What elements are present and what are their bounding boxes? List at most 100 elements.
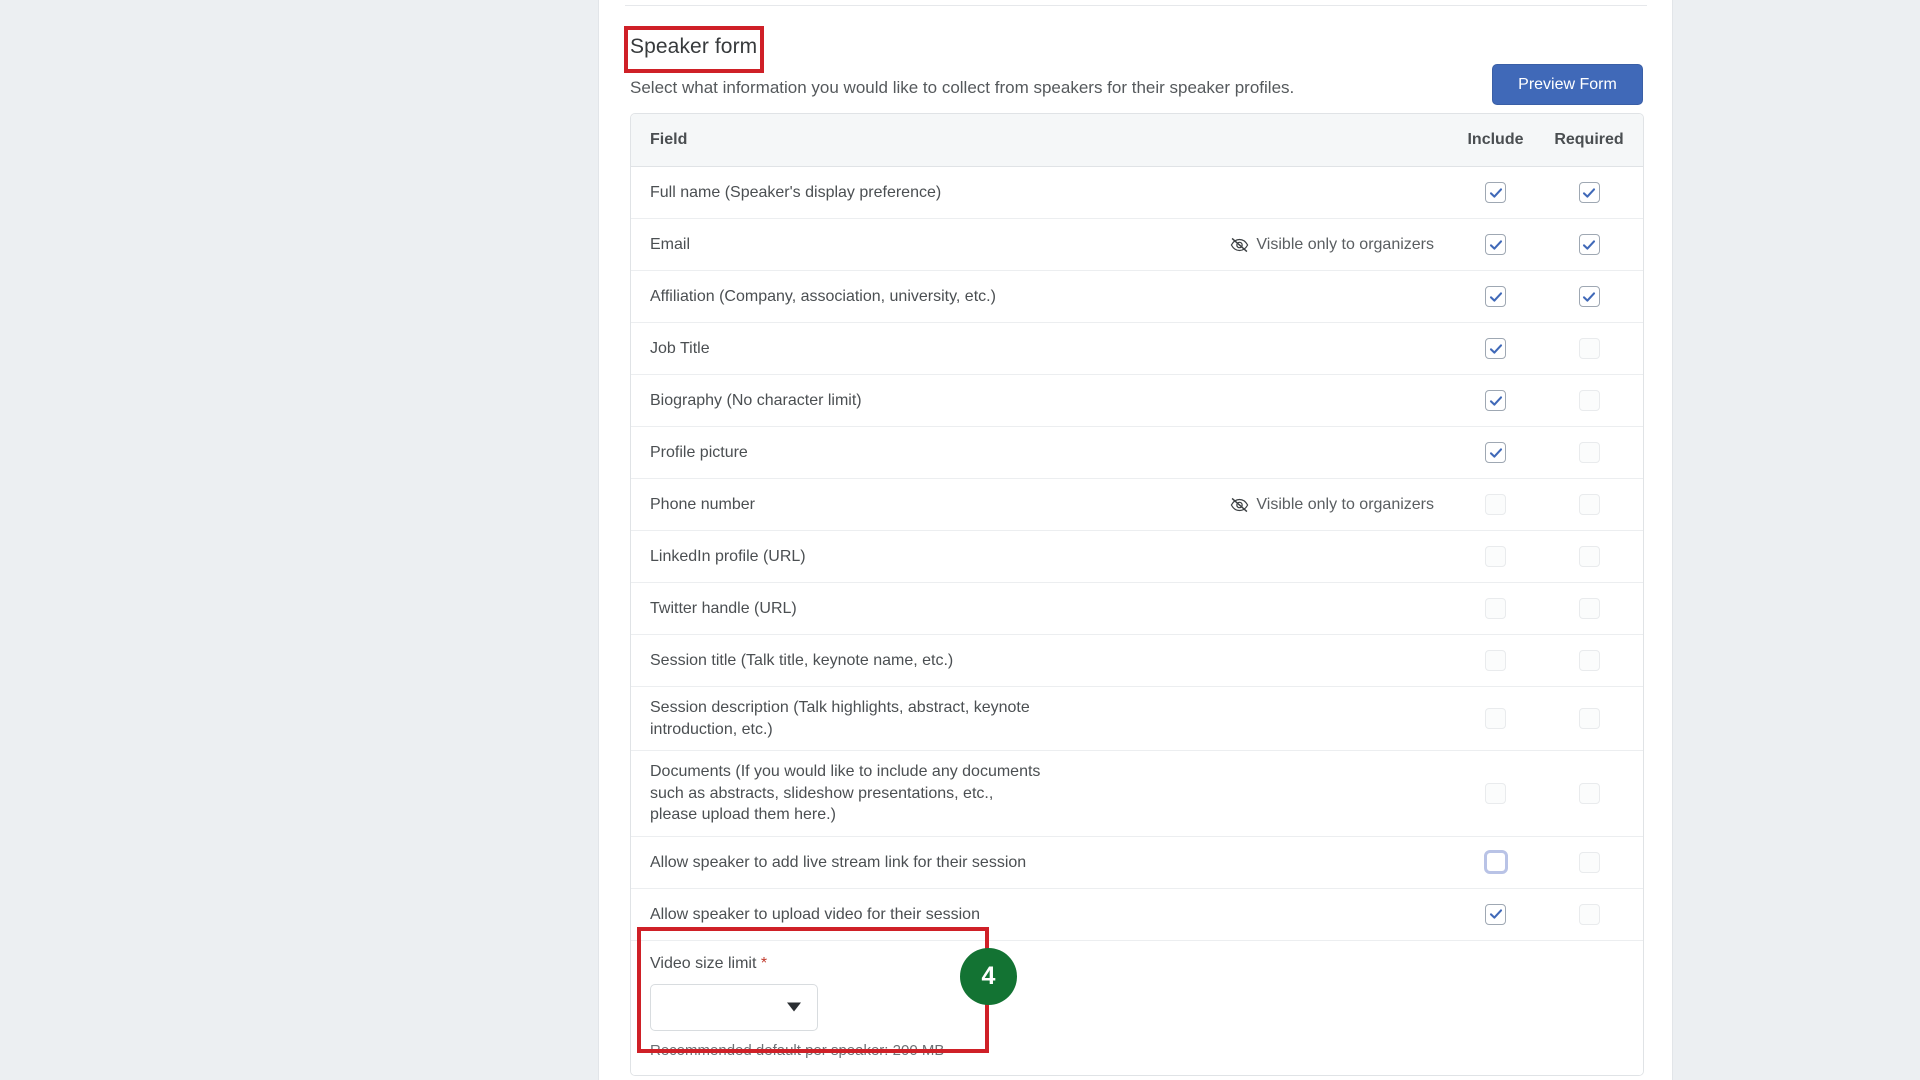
checkbox-unchecked[interactable] [1578,442,1600,463]
field-label: Job Title [650,339,710,357]
include-cell [1448,286,1543,307]
field-label: Profile picture [650,443,748,461]
field-label: Documents (If you would like to include … [650,763,1041,824]
field-label: Full name (Speaker's display preference) [650,183,942,201]
checkbox-unchecked[interactable] [1578,851,1600,873]
table-row: Documents (If you would like to include … [631,751,1643,837]
checkbox-unchecked[interactable] [1578,598,1600,619]
include-cell [1448,494,1543,515]
include-cell [1448,650,1543,671]
checkbox-unchecked[interactable] [1485,783,1506,805]
required-cell [1543,182,1643,203]
checkbox-unchecked[interactable] [1578,546,1600,567]
checkbox-unchecked[interactable] [1485,546,1506,567]
checkbox-unchecked[interactable] [1578,903,1600,925]
field-label: Affiliation (Company, association, unive… [650,287,996,305]
required-cell [1543,851,1643,873]
required-cell [1543,708,1643,730]
required-cell [1543,338,1643,359]
checkbox-checked[interactable] [1485,286,1506,307]
preview-form-button[interactable]: Preview Form [1492,64,1643,105]
required-cell [1543,390,1643,411]
table-row: Job Title [631,323,1643,375]
checkbox-unchecked[interactable] [1485,598,1506,619]
checkbox-unchecked[interactable] [1578,390,1600,411]
required-cell [1543,546,1643,567]
table-row: Affiliation (Company, association, unive… [631,271,1643,323]
checkbox-checked[interactable] [1578,234,1600,255]
checkbox-unchecked[interactable] [1578,494,1600,515]
checkbox-checked[interactable] [1485,338,1506,359]
include-cell [1448,783,1543,805]
annotation-step-badge: 4 [960,948,1017,1005]
required-asterisk: * [760,954,768,972]
checkbox-unchecked[interactable] [1485,650,1506,671]
visibility-note: Visible only to organizers [1230,496,1448,514]
video-size-limit-block: Video size limit * Recommended default pe… [631,941,963,1075]
field-label: Allow speaker to upload video for their … [650,905,980,923]
field-label: Email [650,235,691,253]
required-cell [1543,650,1643,671]
required-cell [1543,442,1643,463]
field-label: Phone number [650,495,755,513]
field-label: Session description (Talk highlights, ab… [650,699,1030,738]
table-row: Biography (No character limit) [631,375,1643,427]
column-header-include: Include [1467,131,1524,148]
chevron-down-icon[interactable] [787,1002,801,1012]
table-header-row: Field Include Required [631,114,1643,167]
table-row: Twitter handle (URL) [631,583,1643,635]
table-row: Profile picture [631,427,1643,479]
field-label: LinkedIn profile (URL) [650,547,806,565]
include-cell [1448,708,1543,730]
checkbox-checked[interactable] [1485,234,1506,255]
field-label: Twitter handle (URL) [650,599,797,617]
page-subtitle: Select what information you would like t… [630,78,1295,97]
table-row: Full name (Speaker's display preference) [631,167,1643,219]
required-cell [1543,286,1643,307]
checkbox-checked[interactable] [1485,903,1506,925]
include-cell [1448,338,1543,359]
table-row: LinkedIn profile (URL) [631,531,1643,583]
include-cell [1448,546,1543,567]
checkbox-unchecked[interactable] [1578,650,1600,671]
checkbox-unchecked[interactable] [1485,708,1506,730]
screen-root: Speaker form Select what information you… [0,0,1920,1080]
checkbox-unchecked[interactable] [1578,708,1600,730]
required-cell [1543,234,1643,255]
checkbox-unchecked[interactable] [1485,494,1506,515]
table-row: Session description (Talk highlights, ab… [631,687,1643,752]
table-row: Allow speaker to add live stream link fo… [631,836,1643,889]
include-cell [1448,903,1543,925]
visibility-note-label: Visible only to organizers [1256,495,1434,513]
eye-slash-icon [1230,237,1249,253]
include-cell [1448,182,1543,203]
visibility-note: Visible only to organizers [1230,236,1448,254]
column-header-field: Field [650,131,688,148]
required-cell [1543,783,1643,805]
required-cell [1543,494,1643,515]
table-row: Email Visible only to organizers [631,219,1643,271]
table-body: Full name (Speaker's display preference)… [631,167,1643,1075]
checkbox-unchecked-focused[interactable] [1483,850,1508,875]
video-size-limit-row: Video size limit * Recommended default pe… [631,940,1643,1075]
required-cell [1543,598,1643,619]
checkbox-checked[interactable] [1578,286,1600,307]
visibility-note-label: Visible only to organizers [1256,235,1434,253]
checkbox-checked[interactable] [1578,182,1600,203]
include-cell [1448,234,1543,255]
table-row: Phone number Visible only to organizers [631,479,1643,531]
include-cell [1448,442,1543,463]
panel-divider [625,5,1647,6]
table-row: Allow speaker to upload video for their … [631,888,1643,941]
table-row: Session title (Talk title, keynote name,… [631,635,1643,687]
checkbox-unchecked[interactable] [1578,783,1600,805]
checkbox-unchecked[interactable] [1578,338,1600,359]
field-label: Allow speaker to add live stream link fo… [650,853,1027,871]
include-cell [1448,850,1543,875]
video-size-limit-label-text: Video size limit [650,954,757,972]
field-label: Biography (No character limit) [650,391,862,409]
video-size-limit-select[interactable] [650,983,818,1031]
checkbox-checked[interactable] [1485,182,1506,203]
checkbox-checked[interactable] [1485,390,1506,411]
checkbox-checked[interactable] [1485,442,1506,463]
